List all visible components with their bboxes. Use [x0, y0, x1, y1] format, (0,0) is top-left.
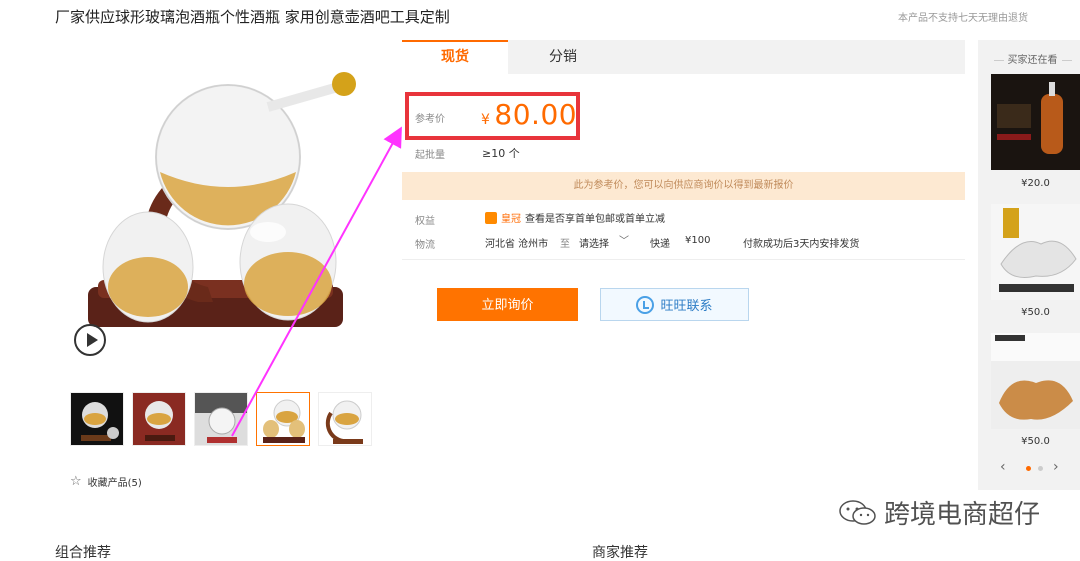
tab-spot[interactable]: 现货: [402, 40, 508, 74]
rail-prev-icon[interactable]: ‹: [1000, 459, 1006, 475]
play-video-icon[interactable]: [74, 324, 106, 356]
logistics-origin: 河北省 沧州市: [485, 239, 549, 250]
rail-next-icon[interactable]: ›: [1053, 459, 1059, 475]
combo-recommend-heading: 组合推荐: [55, 545, 111, 561]
merchant-recommend-heading: 商家推荐: [592, 545, 648, 561]
wechat-icon: [839, 499, 876, 525]
shipping-time: 付款成功后3天内安排发货: [743, 239, 860, 250]
benefits-row: 皇冠 查看是否享首单包邮或首单立减: [485, 210, 665, 225]
watermark-text: 跨境电商超仔: [884, 500, 1041, 530]
price-value: ¥80.00: [481, 98, 577, 131]
crown-badge[interactable]: 皇冠: [501, 210, 521, 225]
rail-item-price-1: ¥20.0: [1021, 178, 1050, 189]
thumbnail-4[interactable]: [256, 392, 310, 446]
thumbnail-1[interactable]: [70, 392, 124, 446]
reference-price-notice: 此为参考价，您可以向供应商询价以得到最新报价: [402, 172, 965, 200]
benefits-label: 权益: [415, 216, 435, 227]
main-product-image[interactable]: [68, 62, 368, 362]
watermark: 跨境电商超仔: [838, 494, 1040, 531]
price-tabs: 现货 分销: [402, 40, 965, 74]
rail-item-image-1[interactable]: [991, 74, 1080, 170]
thumbnail-3[interactable]: [194, 392, 248, 446]
destination-select[interactable]: 请选择: [579, 235, 609, 250]
tab-distribution[interactable]: 分销: [508, 40, 618, 74]
logistics-label: 物流: [415, 240, 435, 251]
chevron-down-icon[interactable]: ﹀: [619, 232, 629, 247]
logistics-to: 至: [560, 239, 570, 250]
benefits-text[interactable]: 查看是否享首单包邮或首单立减: [525, 210, 665, 225]
moq-label: 起批量: [415, 150, 445, 161]
wangwang-label: 旺旺联系: [660, 299, 713, 314]
favorite-label: 收藏产品(5): [87, 478, 142, 489]
price-amount: 80.00: [494, 98, 578, 131]
currency-symbol: ¥: [481, 112, 491, 128]
wangwang-icon: [636, 295, 655, 314]
product-title: 厂家供应球形玻璃泡酒瓶个性酒瓶 家用创意壶酒吧工具定制: [55, 8, 450, 26]
rail-dot-1[interactable]: [1026, 466, 1031, 471]
rail-item-image-3[interactable]: [991, 333, 1080, 429]
logistics-method: 快递: [650, 239, 670, 250]
favorite-product[interactable]: ☆ 收藏产品(5): [70, 474, 142, 489]
divider: [402, 259, 965, 260]
thumbnail-strip: [70, 392, 372, 446]
wangwang-contact-button[interactable]: 旺旺联系: [600, 288, 749, 321]
inquiry-button[interactable]: 立即询价: [437, 288, 578, 321]
rail-dot-2[interactable]: [1038, 466, 1043, 471]
moq-value: ≥10 个: [482, 147, 520, 160]
star-icon: ☆: [70, 474, 82, 489]
crown-icon: [485, 211, 497, 224]
rail-item-price-2: ¥50.0: [1021, 307, 1050, 318]
rail-item-image-2[interactable]: [991, 204, 1080, 300]
thumbnail-2[interactable]: [132, 392, 186, 446]
logistics-fee: ¥100: [685, 235, 711, 246]
rail-title: 买家还在看: [985, 51, 1080, 66]
price-label: 参考价: [415, 114, 445, 125]
return-policy-notice: 本产品不支持七天无理由退货: [898, 13, 1028, 24]
rail-item-price-3: ¥50.0: [1021, 436, 1050, 447]
thumbnail-5[interactable]: [318, 392, 372, 446]
